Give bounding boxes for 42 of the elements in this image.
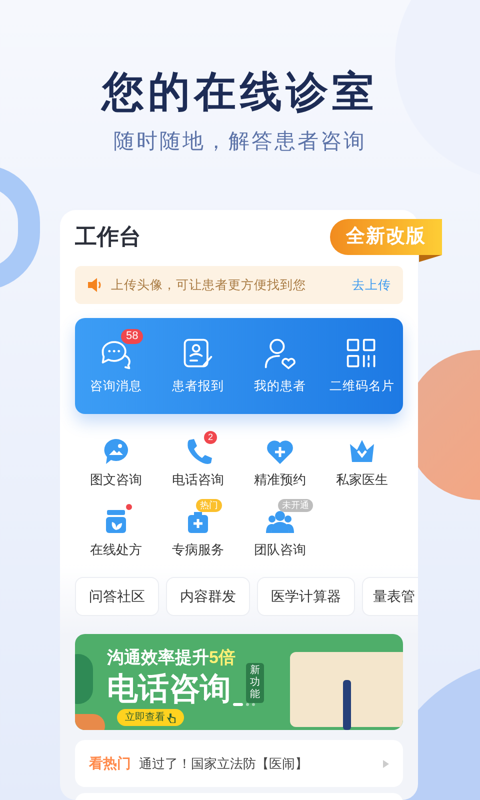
hero-subtitle: 随时随地，解答患者咨询 <box>114 129 366 155</box>
caret-icon <box>383 760 389 768</box>
banner-title: 电话咨询 <box>107 670 231 708</box>
service-item[interactable]: 未开通 团队咨询 <box>239 498 321 561</box>
news-headline: 通过了！国家立法防【医闹】 <box>139 754 309 773</box>
quick-action[interactable]: 58 咨询消息 <box>75 318 157 414</box>
action-label: 患者报到 <box>172 378 224 395</box>
action-label: 咨询消息 <box>90 378 142 395</box>
service-item[interactable]: 2 电话咨询 <box>157 428 239 492</box>
hot-label: 看热门 <box>89 754 131 773</box>
banner-headline: 沟通效率提升 <box>107 648 209 667</box>
service-item[interactable]: 私家医生 <box>321 428 403 492</box>
banner-highlight: 5倍 <box>209 648 236 667</box>
card-title: 工作台 <box>75 223 141 251</box>
notice-text: 上传头像，可让患者更方便找到您 <box>111 276 307 294</box>
service-item[interactable]: 热门 专病服务 <box>157 498 239 561</box>
hand-icon <box>167 712 176 722</box>
tool-button[interactable]: 量表管 <box>362 577 418 616</box>
service-item[interactable]: 图文咨询 <box>75 428 157 492</box>
person-illustration <box>343 680 351 730</box>
view-now-button[interactable]: 立即查看 <box>117 709 184 726</box>
tool-button[interactable]: 医学计算器 <box>257 577 355 616</box>
tool-button[interactable]: 问答社区 <box>75 577 159 616</box>
ribbon-fold <box>419 255 442 262</box>
action-label: 我的患者 <box>254 378 306 395</box>
status-tag: 未开通 <box>278 498 313 512</box>
person-heart-icon <box>263 336 297 371</box>
quick-action[interactable]: 我的患者 <box>239 318 321 414</box>
photo-chat-icon <box>102 437 130 465</box>
count-badge: 2 <box>204 431 217 444</box>
new-version-ribbon: 全新改版 <box>330 219 442 255</box>
count-badge: 58 <box>121 328 144 344</box>
tool-button[interactable]: 内容群发 <box>166 577 250 616</box>
quick-action[interactable]: 二维码名片 <box>321 318 403 414</box>
news-row[interactable]: 看热门 通过了！国家立法防【医闹】 <box>75 740 403 787</box>
hero-title: 您的在线诊室 <box>102 67 378 117</box>
service-item[interactable]: 在线处方 <box>75 498 157 561</box>
action-label: 二维码名片 <box>330 378 394 395</box>
new-feature-tag: 新功能 <box>246 663 264 703</box>
speaker-icon <box>87 277 103 293</box>
service-item[interactable]: 精准预约 <box>239 428 321 492</box>
status-tag: 热门 <box>196 498 222 512</box>
